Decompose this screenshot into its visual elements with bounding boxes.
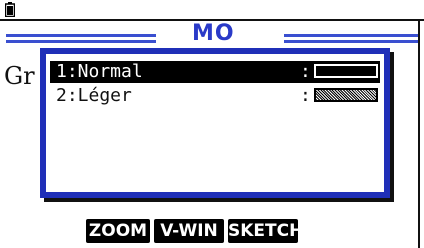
calculator-screen: MO Gr 1:Normal : 2:Léger : ZOOM V-WIN SK…	[0, 0, 424, 248]
zoom-key[interactable]: ZOOM	[86, 219, 150, 243]
sketch-key[interactable]: SKETCH	[228, 219, 303, 243]
dialog-shadow	[44, 198, 394, 202]
line-style-normal-swatch	[314, 64, 378, 78]
title-stripe	[284, 34, 418, 37]
background-list-text: Gr	[4, 62, 35, 90]
title-stripe	[6, 34, 156, 37]
option-light[interactable]: 2:Léger :	[50, 85, 380, 107]
option-normal[interactable]: 1:Normal :	[50, 61, 380, 83]
frame-right-edge	[418, 19, 420, 248]
screen-title: MO	[192, 21, 235, 46]
option-label: 2:Léger	[56, 85, 132, 106]
status-bar	[0, 0, 424, 19]
option-label: 1:Normal	[56, 61, 143, 82]
title-stripe	[6, 40, 156, 43]
option-colon: :	[300, 85, 311, 106]
dialog-body: 1:Normal : 2:Léger :	[46, 54, 384, 192]
title-stripe	[284, 40, 418, 43]
option-colon: :	[300, 61, 311, 82]
dialog-shadow	[390, 52, 394, 202]
v-win-key[interactable]: V-WIN	[154, 219, 224, 243]
battery-icon	[5, 2, 15, 17]
line-style-dialog: 1:Normal : 2:Léger :	[40, 48, 390, 198]
line-style-light-swatch	[314, 88, 378, 102]
